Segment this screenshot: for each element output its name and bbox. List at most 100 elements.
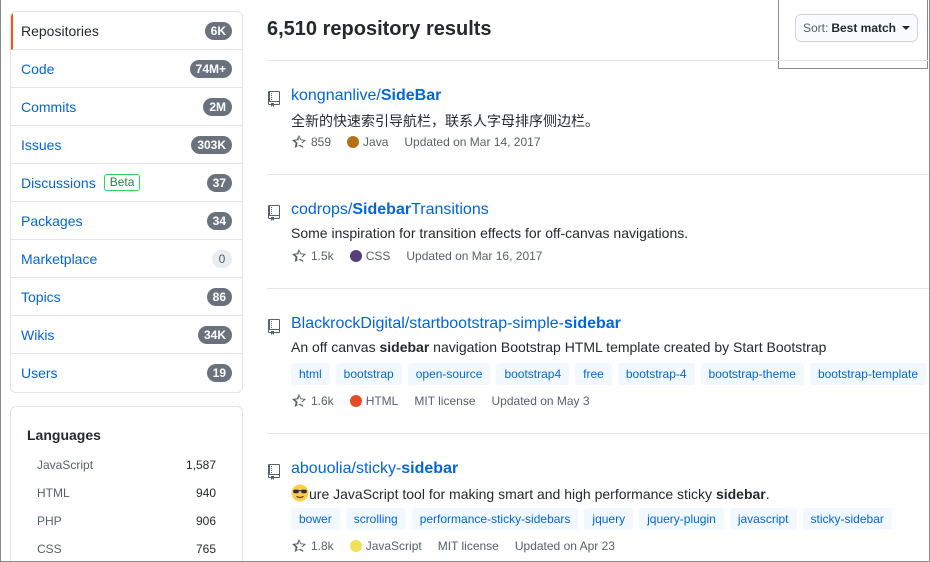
desc-highlight: sidebar (379, 339, 430, 355)
topic-tag[interactable]: bootstrap-4 (617, 363, 695, 385)
topic-tag[interactable]: performance-sticky-sidebars (411, 508, 579, 530)
topic-tag[interactable]: scrolling (345, 508, 406, 530)
count-badge: 37 (206, 173, 232, 192)
repo-meta: 1.6k HTML MIT license Updated on May 3 (291, 393, 590, 409)
stargazers-link[interactable]: 1.5k (291, 248, 334, 264)
license: MIT license (437, 539, 499, 553)
updated-date: Updated on Mar 16, 2017 (406, 249, 543, 263)
repo-owner: BlackrockDigital/startbootstrap-simple- (291, 315, 564, 332)
language-filter-item[interactable]: HTML 940 (27, 479, 226, 507)
language-count: 1,587 (185, 458, 216, 472)
topic-tag[interactable]: bootstrap4 (496, 363, 570, 385)
repo-link[interactable]: abouolia/sticky-sidebar (291, 460, 458, 478)
star-icon (292, 135, 306, 148)
repo-description: ure JavaScript tool for making smart and… (291, 484, 770, 502)
license: MIT license (414, 394, 476, 408)
menu-item-marketplace[interactable]: Marketplace 0 (11, 240, 242, 278)
stargazers-link[interactable]: 1.6k (291, 393, 334, 409)
sunglasses-emoji-icon (291, 484, 309, 502)
repo-link[interactable]: kongnanlive/SideBar (291, 87, 441, 105)
search-type-menu: Repositories 6K Code 74M+ Commits 2M Iss… (10, 11, 243, 393)
topic-tag[interactable]: bootstrap (335, 363, 402, 385)
divider (267, 174, 929, 175)
star-icon (292, 249, 306, 262)
star-count: 1.8k (311, 539, 334, 553)
count-badge: 86 (206, 287, 232, 306)
count-badge: 34 (206, 211, 232, 230)
menu-label: Marketplace (21, 250, 98, 267)
repo-owner: codrops/ (291, 201, 353, 218)
language-name: CSS (37, 542, 62, 556)
language-name: HTML (365, 394, 399, 408)
beta-label: Beta (103, 174, 141, 191)
repo-name-match: SideBar (380, 87, 442, 104)
topic-tag[interactable]: javascript (729, 508, 797, 530)
repo-name-rest: Transitions (411, 201, 489, 218)
language-filter-item[interactable]: JavaScript 1,587 (27, 451, 226, 479)
menu-label: Repositories (21, 22, 99, 39)
menu-label: Packages (21, 212, 83, 229)
count-badge: 6K (204, 21, 232, 40)
topic-tag[interactable]: bower (291, 508, 340, 530)
language-count: 940 (195, 486, 216, 500)
repo-name-match: sidebar (563, 315, 621, 332)
updated-date: Updated on Apr 23 (514, 539, 615, 553)
topic-tag[interactable]: html (291, 363, 330, 385)
menu-label: Topics (21, 288, 61, 305)
language-name: JavaScript (37, 458, 94, 472)
star-icon (292, 539, 306, 552)
menu-item-topics[interactable]: Topics 86 (11, 278, 242, 316)
menu-item-packages[interactable]: Packages 34 (11, 202, 242, 240)
repo-language: CSS (349, 249, 390, 263)
desc-text: . (765, 486, 770, 502)
sort-value: Best match (831, 21, 897, 35)
language-name: Java (363, 135, 389, 149)
star-icon (292, 394, 306, 407)
repo-language: JavaScript (349, 539, 422, 553)
repo-result-item: codrops/SidebarTransitions Some inspirat… (267, 201, 929, 281)
repo-icon (268, 91, 280, 107)
topic-tag[interactable]: open-source (407, 363, 491, 385)
menu-item-code[interactable]: Code 74M+ (11, 50, 242, 88)
menu-item-discussions[interactable]: Discussions Beta 37 (11, 164, 242, 202)
repo-language: HTML (349, 394, 399, 408)
menu-item-repositories[interactable]: Repositories 6K (11, 12, 242, 50)
sort-dropdown-button[interactable]: Sort: Best match (795, 14, 918, 42)
repo-link[interactable]: codrops/SidebarTransitions (291, 201, 489, 219)
menu-item-commits[interactable]: Commits 2M (11, 88, 242, 126)
language-name: JavaScript (365, 539, 422, 553)
stargazers-link[interactable]: 1.8k (291, 538, 334, 554)
topic-tag[interactable]: free (575, 363, 612, 385)
menu-label: Commits (21, 98, 77, 115)
repo-link[interactable]: BlackrockDigital/startbootstrap-simple-s… (291, 315, 621, 333)
topic-tag[interactable]: bootstrap-template (809, 363, 926, 385)
repo-meta: 1.5k CSS Updated on Mar 16, 2017 (291, 248, 542, 264)
menu-item-users[interactable]: Users 19 (11, 354, 242, 392)
repo-description: 全新的快速索引导航栏，联系人字母排序侧边栏。 (291, 113, 599, 129)
updated-date: Updated on May 3 (491, 394, 590, 408)
menu-label: Wikis (21, 326, 55, 343)
divider (267, 433, 929, 434)
repo-description: Some inspiration for transition effects … (291, 225, 689, 241)
menu-item-issues[interactable]: Issues 303K (11, 126, 242, 164)
languages-title: Languages (27, 427, 101, 443)
repo-meta: 1.8k JavaScript MIT license Updated on A… (291, 538, 615, 554)
sort-prefix: Sort: (802, 21, 829, 35)
menu-item-wikis[interactable]: Wikis 34K (11, 316, 242, 354)
language-filter-item[interactable]: CSS 765 (27, 535, 226, 562)
repo-owner: abouolia/sticky- (291, 460, 402, 477)
repo-result-item: abouolia/sticky-sidebar ure JavaScript t… (267, 460, 929, 560)
language-count: 765 (195, 542, 216, 556)
topic-tag[interactable]: bootstrap-theme (700, 363, 804, 385)
topic-tag[interactable]: jquery-plugin (639, 508, 724, 530)
repo-result-item: kongnanlive/SideBar 全新的快速索引导航栏，联系人字母排序侧边… (267, 87, 929, 167)
divider (267, 288, 929, 289)
repo-icon (268, 205, 280, 221)
topic-tag[interactable]: jquery (584, 508, 634, 530)
sort-area: Sort: Best match (778, 0, 928, 69)
topic-tag[interactable]: sticky-sidebar (802, 508, 892, 530)
language-filter-item[interactable]: PHP 906 (27, 507, 226, 535)
stargazers-link[interactable]: 859 (291, 134, 331, 150)
language-name: HTML (37, 486, 70, 500)
menu-label: Discussions (21, 174, 96, 191)
